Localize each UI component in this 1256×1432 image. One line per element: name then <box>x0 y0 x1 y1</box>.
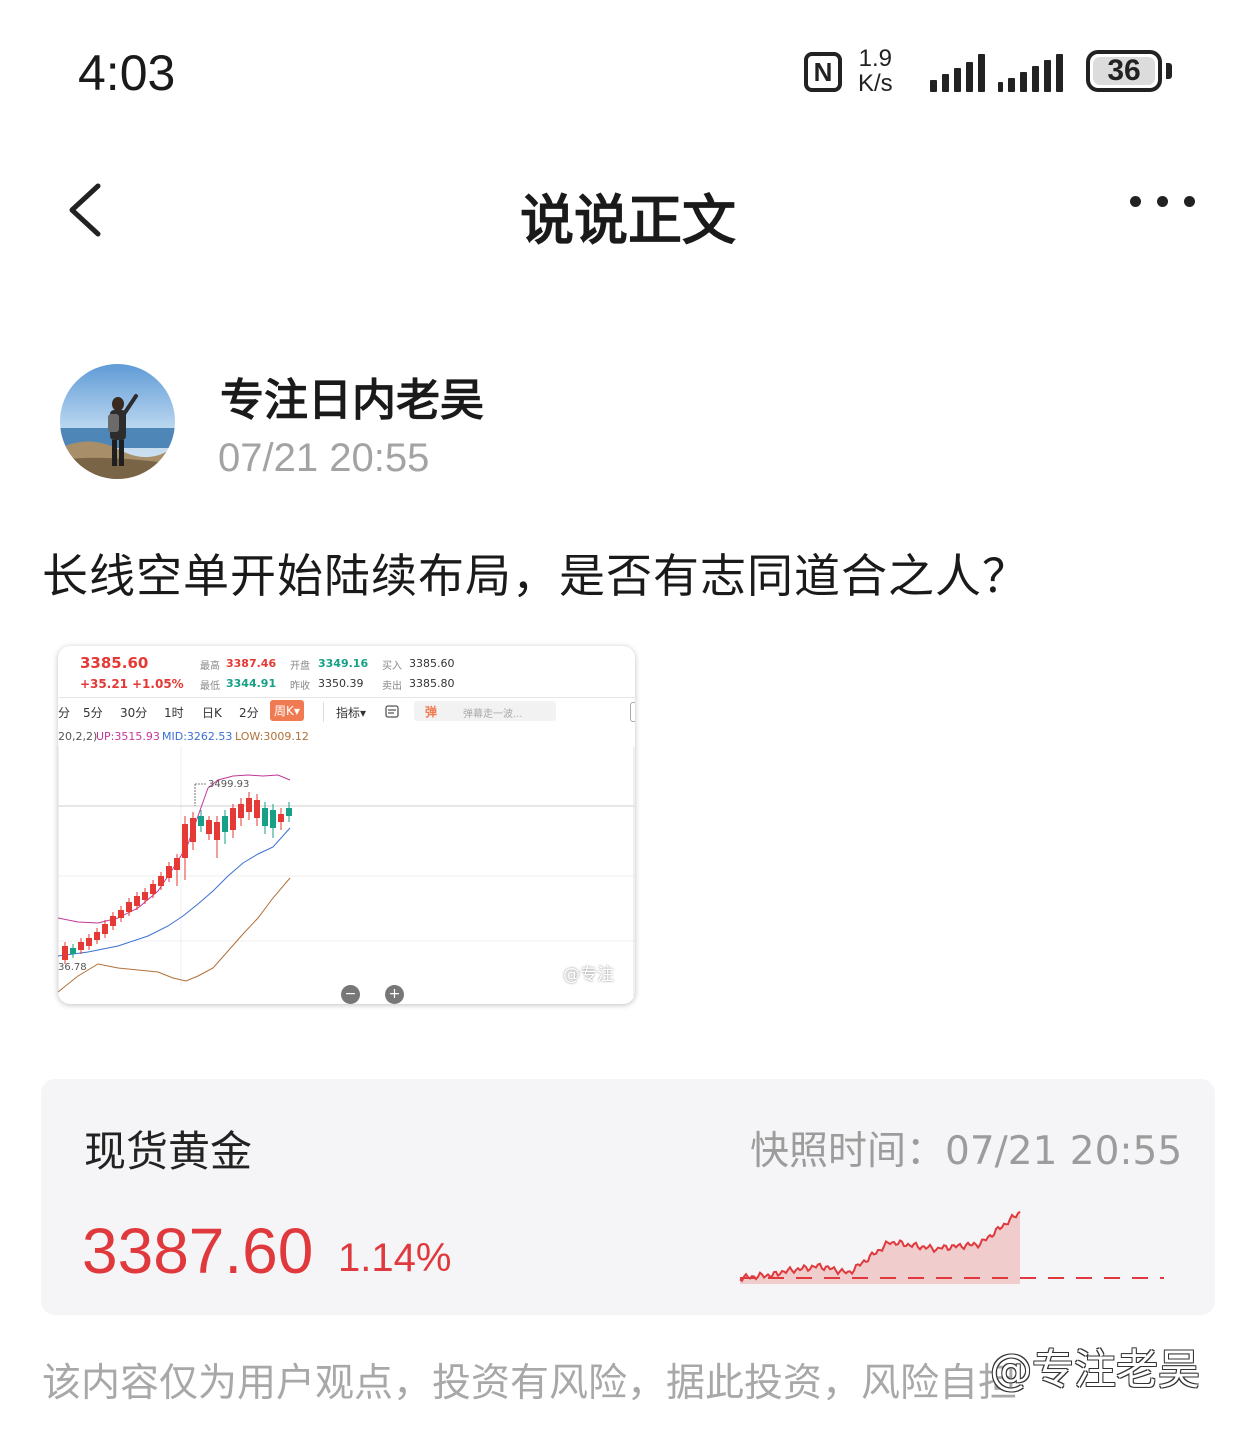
more-button[interactable] <box>1130 196 1195 207</box>
zoom-out-icon: − <box>341 985 360 1004</box>
page-title: 说说正文 <box>520 189 736 252</box>
risk-disclaimer: 该内容仅为用户观点，投资有风险，据此投资，风险自担 <box>42 1361 1018 1406</box>
image-tab-zhouk: 周K▾ <box>270 700 304 721</box>
image-high: 3387.46 <box>226 657 277 670</box>
image-kline-chart <box>58 746 635 1004</box>
image-change: +35.21 <box>80 677 129 691</box>
snapshot-time: 快照时间：07/21 20:55 <box>750 1129 1183 1174</box>
candle-body <box>150 884 156 894</box>
image-danmu-input: 弹幕走一波... <box>463 709 523 720</box>
candle-body <box>94 932 100 940</box>
image-watermark: @专注 <box>563 965 614 985</box>
image-buy: 3385.60 <box>409 657 455 670</box>
candle-body <box>102 924 108 934</box>
candle-body <box>166 866 172 878</box>
image-open-label: 开盘 <box>290 661 310 672</box>
more-dot-icon <box>1157 196 1168 207</box>
post-time: 07/21 20:55 <box>218 436 430 480</box>
battery-icon: 36 <box>1086 50 1162 92</box>
page-watermark: @专注老吴 <box>990 1345 1201 1394</box>
battery-level: 36 <box>1107 54 1141 87</box>
image-tab-rik: 日K <box>202 706 222 720</box>
image-boll-params: 20,2,2) <box>58 730 98 743</box>
candle-body <box>246 798 252 812</box>
image-boll-low: LOW:3009.12 <box>235 730 309 743</box>
image-tab-5fen: 5分 <box>83 706 103 720</box>
gold-name: 现货黄金 <box>84 1127 253 1176</box>
image-peak-label: 3499.93 <box>208 779 250 790</box>
candle-body <box>238 804 244 818</box>
avatar[interactable] <box>60 364 175 479</box>
image-indicator: 指标▾ <box>336 706 367 720</box>
candle-body <box>270 810 276 828</box>
candle-body <box>110 916 116 926</box>
nfc-icon: N <box>804 52 842 92</box>
image-tab-30fen: 30分 <box>120 706 148 720</box>
image-settings-icon <box>385 705 399 718</box>
candle-body <box>286 808 292 816</box>
candle-body <box>254 800 260 818</box>
image-tab-2fen: 2分 <box>239 706 259 720</box>
gold-sparkline <box>739 1210 1164 1284</box>
candle-body <box>222 816 228 832</box>
image-boll-up: UP:3515.93 <box>96 730 160 743</box>
image-prev-close-label: 昨收 <box>290 681 310 692</box>
image-sell: 3385.80 <box>409 677 455 690</box>
post-image[interactable]: 3385.60 +35.21 +1.05% 最高 3387.46 最低 3344… <box>58 646 635 1004</box>
candle-body <box>62 946 68 960</box>
status-time: 4:03 <box>78 45 176 101</box>
network-speed: 1.9 K/s <box>858 46 893 96</box>
candle-body <box>174 858 180 870</box>
candle-body <box>134 896 140 906</box>
image-sell-label: 卖出 <box>382 681 402 692</box>
gold-change: 1.14% <box>338 1236 452 1280</box>
candle-body <box>118 910 124 918</box>
image-prev-close: 3350.39 <box>318 677 364 690</box>
image-boll-mid: MID:3262.53 <box>162 730 233 743</box>
network-speed-unit: K/s <box>858 70 893 97</box>
network-speed-value: 1.9 <box>858 45 893 72</box>
candle-body <box>86 938 92 946</box>
image-price: 3385.60 <box>80 654 149 672</box>
signal-icon-secondary <box>998 54 1063 92</box>
image-high-label: 最高 <box>200 661 220 672</box>
image-open: 3349.16 <box>318 657 369 670</box>
candle-body <box>70 948 76 954</box>
candle-body <box>262 808 268 826</box>
battery-tip <box>1166 63 1172 79</box>
candle-body <box>142 892 148 900</box>
image-buy-label: 买入 <box>382 661 402 672</box>
more-dot-icon <box>1130 196 1141 207</box>
image-change-pct: +1.05% <box>132 677 184 691</box>
candle-body <box>206 820 212 834</box>
candle-body <box>126 902 132 912</box>
image-tab-fen: 分 <box>58 706 71 720</box>
zoom-in-icon: + <box>385 985 404 1004</box>
image-bottom-label: 36.78 <box>58 962 87 973</box>
image-low-label: 最低 <box>200 681 220 692</box>
candle-body <box>214 822 220 840</box>
candle-body <box>230 808 236 830</box>
image-tab-1shi: 1时 <box>164 706 184 720</box>
gold-price: 3387.60 <box>82 1215 314 1287</box>
more-dot-icon <box>1184 196 1195 207</box>
signal-icon <box>930 54 985 92</box>
image-danmu-icon: 弹 <box>425 705 438 719</box>
candle-body <box>182 824 188 858</box>
candle-body <box>158 876 164 886</box>
candle-body <box>198 816 204 826</box>
candle-body <box>78 942 84 950</box>
post-text: 长线空单开始陆续布局，是否有志同道合之人？ <box>42 549 1029 603</box>
image-low: 3344.91 <box>226 677 277 690</box>
candle-body <box>278 814 284 822</box>
author-name[interactable]: 专注日内老吴 <box>220 364 484 428</box>
candle-body <box>190 818 196 842</box>
